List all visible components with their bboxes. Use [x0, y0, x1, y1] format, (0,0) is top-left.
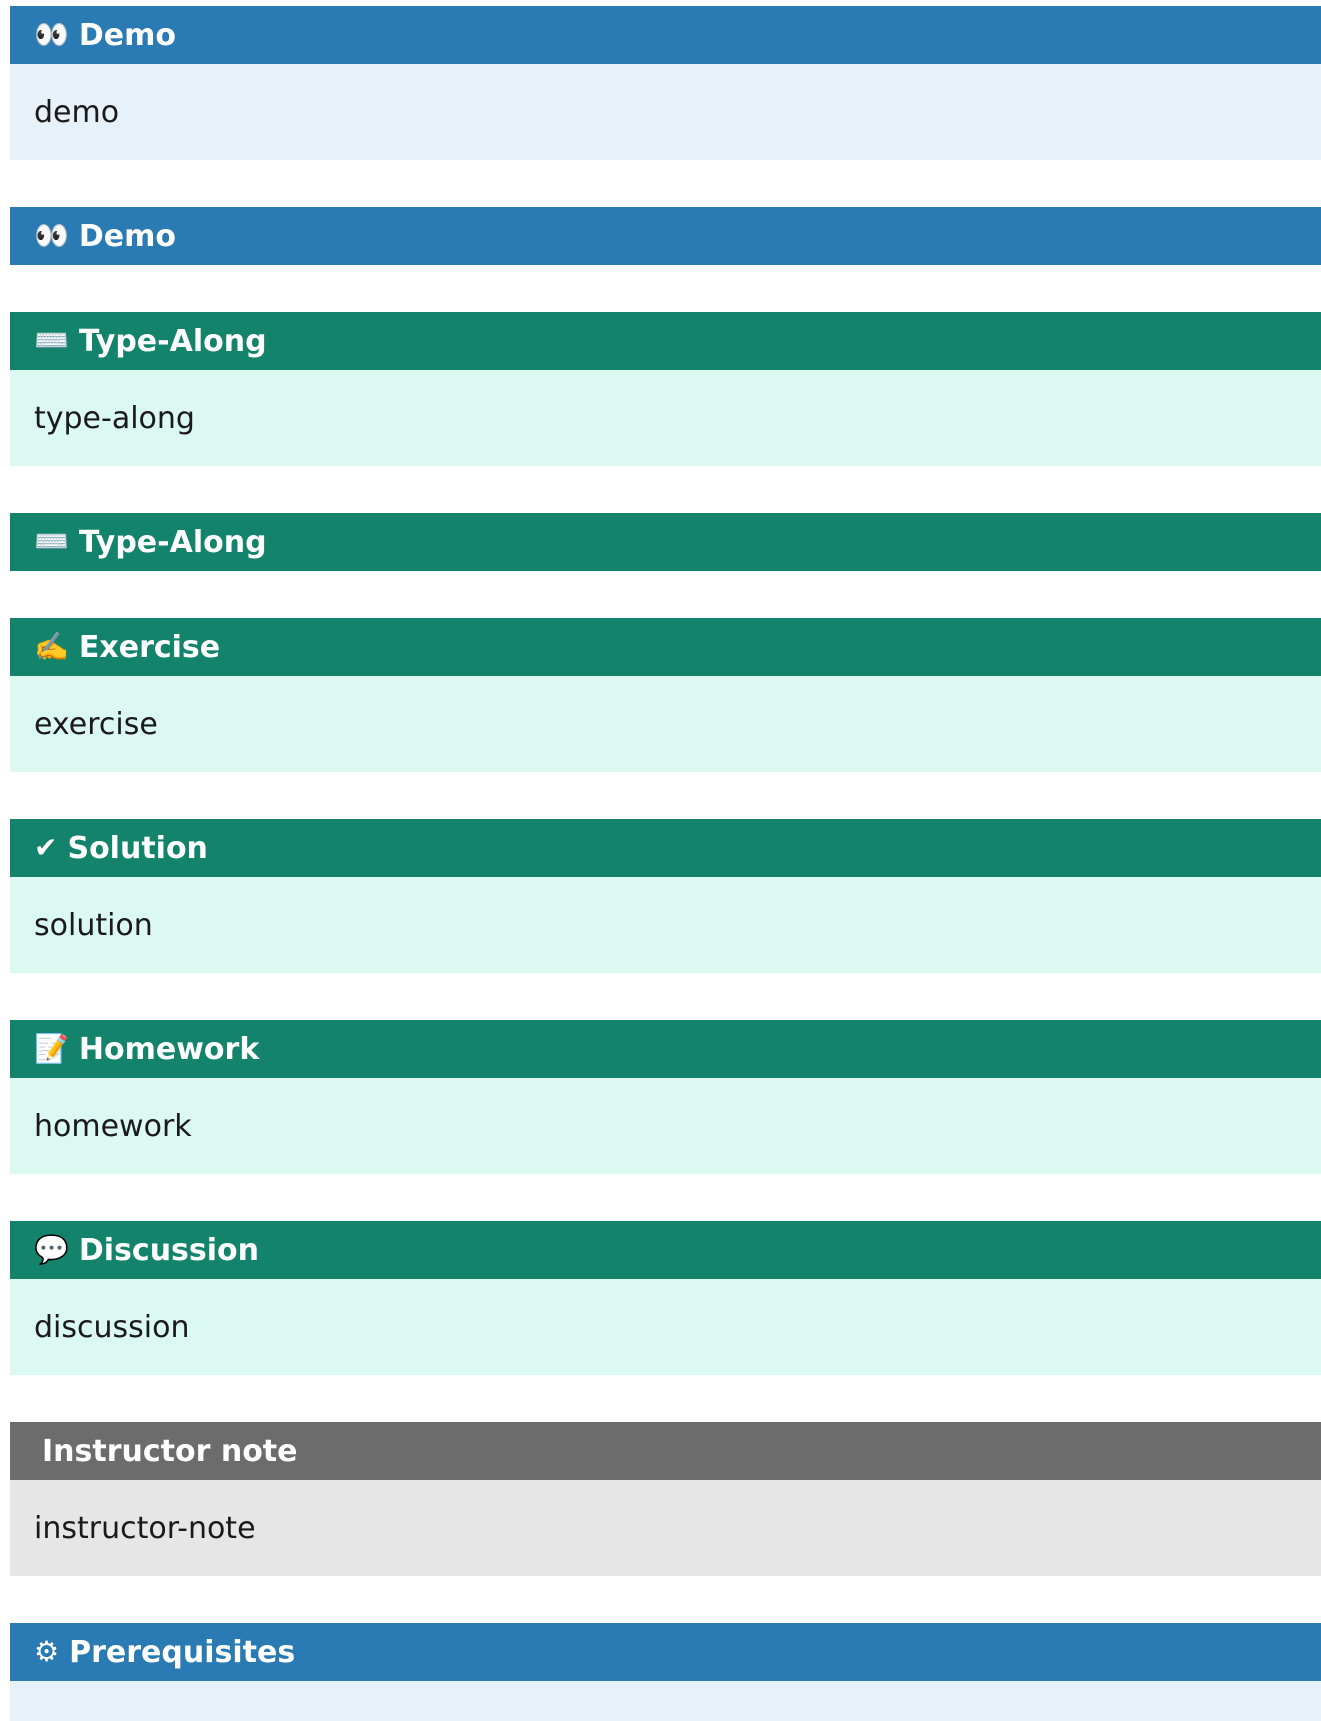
admonition-title-text: Demo: [78, 218, 176, 254]
admonition-body: solution: [10, 877, 1321, 973]
demo-admonition-empty: 👀 Demo: [10, 207, 1321, 265]
eyes-icon: 👀: [34, 18, 69, 51]
prerequisites-admonition: ⚙ Prerequisites: [10, 1623, 1321, 1721]
check-icon: ✔: [34, 831, 58, 864]
admonition-title: ✔ Solution: [10, 819, 1321, 877]
admonition-list: 👀 Demo demo 👀 Demo ⌨️ Type-Along type-al…: [10, 6, 1321, 1721]
admonition-title: 💬 Discussion: [10, 1221, 1321, 1279]
admonition-title: Instructor note: [10, 1422, 1321, 1480]
admonition-title: 📝 Homework: [10, 1020, 1321, 1078]
homework-admonition: 📝 Homework homework: [10, 1020, 1321, 1174]
admonition-title: ✍️ Exercise: [10, 618, 1321, 676]
admonition-title-text: Solution: [67, 830, 208, 866]
admonition-title-text: Exercise: [78, 629, 221, 665]
admonition-body: instructor-note: [10, 1480, 1321, 1576]
admonition-title: 👀 Demo: [10, 207, 1321, 265]
eyes-icon: 👀: [34, 219, 69, 252]
admonition-title: ⌨️ Type-Along: [10, 312, 1321, 370]
admonition-body: demo: [10, 64, 1321, 160]
admonition-title-text: Instructor note: [42, 1433, 298, 1469]
admonition-body: [10, 1681, 1321, 1721]
admonition-title-text: Demo: [78, 17, 176, 53]
solution-admonition: ✔ Solution solution: [10, 819, 1321, 973]
admonition-title-text: Discussion: [78, 1232, 260, 1268]
gear-icon: ⚙: [34, 1635, 60, 1668]
discussion-admonition: 💬 Discussion discussion: [10, 1221, 1321, 1375]
writing-hand-icon: ✍️: [34, 630, 69, 663]
type-along-admonition-empty: ⌨️ Type-Along: [10, 513, 1321, 571]
keyboard-icon: ⌨️: [34, 525, 69, 558]
admonition-title-text: Prerequisites: [69, 1634, 296, 1670]
speech-bubble-icon: 💬: [34, 1233, 69, 1266]
admonition-title: 👀 Demo: [10, 6, 1321, 64]
admonition-body: homework: [10, 1078, 1321, 1174]
admonition-title: ⌨️ Type-Along: [10, 513, 1321, 571]
admonition-title-text: Type-Along: [78, 323, 267, 359]
admonition-title-text: Type-Along: [78, 524, 267, 560]
admonition-body: discussion: [10, 1279, 1321, 1375]
admonition-body: exercise: [10, 676, 1321, 772]
demo-admonition: 👀 Demo demo: [10, 6, 1321, 160]
exercise-admonition: ✍️ Exercise exercise: [10, 618, 1321, 772]
admonition-title: ⚙ Prerequisites: [10, 1623, 1321, 1681]
instructor-note-admonition: Instructor note instructor-note: [10, 1422, 1321, 1576]
type-along-admonition: ⌨️ Type-Along type-along: [10, 312, 1321, 466]
admonition-body: type-along: [10, 370, 1321, 466]
memo-icon: 📝: [34, 1032, 69, 1065]
keyboard-icon: ⌨️: [34, 324, 69, 357]
admonition-title-text: Homework: [78, 1031, 260, 1067]
